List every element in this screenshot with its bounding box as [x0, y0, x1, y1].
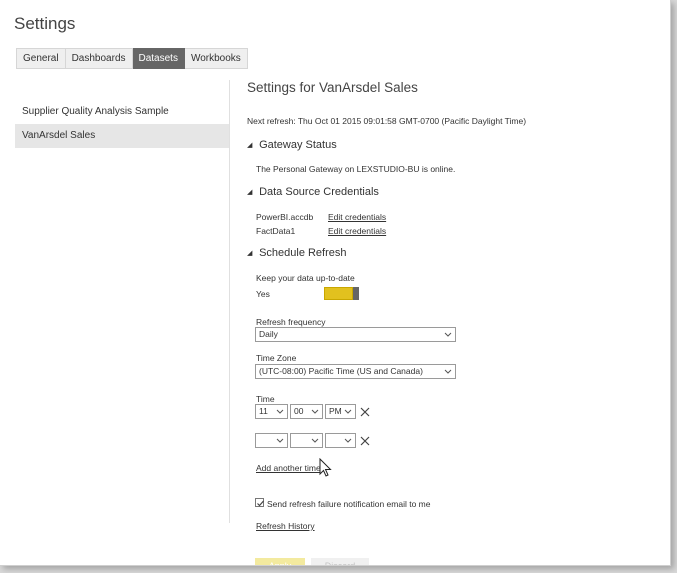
toggle-knob	[353, 287, 359, 300]
time-label: Time	[256, 394, 275, 404]
gateway-status-text: The Personal Gateway on LEXSTUDIO-BU is …	[256, 164, 456, 174]
next-refresh-text: Next refresh: Thu Oct 01 2015 09:01:58 G…	[247, 116, 527, 126]
notify-checkbox[interactable]	[255, 498, 264, 507]
refresh-history-link[interactable]: Refresh History	[256, 521, 315, 531]
checkmark-icon	[257, 500, 264, 507]
collapse-triangle-icon: ◢	[247, 250, 253, 257]
keep-data-value: Yes	[256, 289, 270, 299]
credentials-header[interactable]: ◢ Data Source Credentials	[247, 186, 379, 198]
gateway-status-heading: Gateway Status	[259, 139, 337, 151]
chevron-down-icon	[276, 438, 284, 443]
notify-label: Send refresh failure notification email …	[267, 499, 431, 509]
edit-credentials-link-factdata1[interactable]: Edit credentials	[328, 226, 386, 236]
toggle-track	[324, 287, 353, 300]
chevron-down-icon	[276, 409, 284, 414]
discard-button[interactable]: Discard	[311, 558, 369, 565]
chevron-down-icon	[311, 438, 319, 443]
time-zone-select[interactable]: (UTC-08:00) Pacific Time (US and Canada)	[255, 364, 456, 379]
tab-dashboards[interactable]: Dashboards	[65, 48, 133, 69]
column-divider	[229, 80, 230, 523]
chevron-down-icon	[344, 409, 352, 414]
time-zone-value: (UTC-08:00) Pacific Time (US and Canada)	[259, 366, 423, 376]
settings-window: Settings General Dashboards Datasets Wor…	[0, 0, 671, 566]
dataset-list: Supplier Quality Analysis Sample VanArsd…	[15, 100, 229, 148]
time-zone-label: Time Zone	[256, 353, 297, 363]
minute-value: 00	[294, 406, 304, 416]
tab-workbooks[interactable]: Workbooks	[184, 48, 248, 69]
collapse-triangle-icon: ◢	[247, 142, 253, 149]
chevron-down-icon	[444, 369, 452, 374]
hour-value: 11	[259, 406, 268, 416]
schedule-refresh-header[interactable]: ◢ Schedule Refresh	[247, 247, 347, 259]
settings-heading: Settings for VanArsdel Sales	[247, 80, 418, 95]
refresh-frequency-select[interactable]: Daily	[255, 327, 456, 342]
ampm-select[interactable]	[325, 433, 356, 448]
add-another-time-link[interactable]: Add another time	[256, 463, 321, 473]
chevron-down-icon	[311, 409, 319, 414]
close-x-icon[interactable]	[360, 436, 370, 446]
ampm-select[interactable]: PM	[325, 404, 356, 419]
hour-select[interactable]	[255, 433, 288, 448]
minute-select[interactable]: 00	[290, 404, 323, 419]
close-x-icon[interactable]	[360, 407, 370, 417]
page-title: Settings	[14, 14, 76, 33]
collapse-triangle-icon: ◢	[247, 189, 253, 196]
tab-general[interactable]: General	[16, 48, 66, 69]
edit-credentials-link-powerbi[interactable]: Edit credentials	[328, 212, 386, 222]
keep-data-toggle[interactable]	[324, 287, 360, 300]
minute-select[interactable]	[290, 433, 323, 448]
gateway-status-header[interactable]: ◢ Gateway Status	[247, 139, 337, 151]
chevron-down-icon	[444, 332, 452, 337]
tab-datasets[interactable]: Datasets	[132, 48, 185, 69]
settings-tabs: General Dashboards Datasets Workbooks	[16, 48, 248, 69]
pointer-cursor-icon	[319, 458, 332, 477]
source-name-factdata1: FactData1	[256, 226, 296, 236]
dataset-item-supplier-quality[interactable]: Supplier Quality Analysis Sample	[15, 100, 229, 124]
source-name-powerbi: PowerBI.accdb	[256, 212, 314, 222]
refresh-frequency-value: Daily	[259, 329, 278, 339]
refresh-frequency-label: Refresh frequency	[256, 317, 326, 327]
schedule-refresh-heading: Schedule Refresh	[259, 247, 347, 259]
ampm-value: PM	[329, 406, 342, 416]
hour-select[interactable]: 11	[255, 404, 288, 419]
credentials-heading: Data Source Credentials	[259, 186, 379, 198]
dataset-item-vanarsdel-sales[interactable]: VanArsdel Sales	[15, 124, 229, 148]
chevron-down-icon	[344, 438, 352, 443]
apply-button[interactable]: Apply	[255, 558, 305, 565]
keep-data-label: Keep your data up-to-date	[256, 273, 355, 283]
